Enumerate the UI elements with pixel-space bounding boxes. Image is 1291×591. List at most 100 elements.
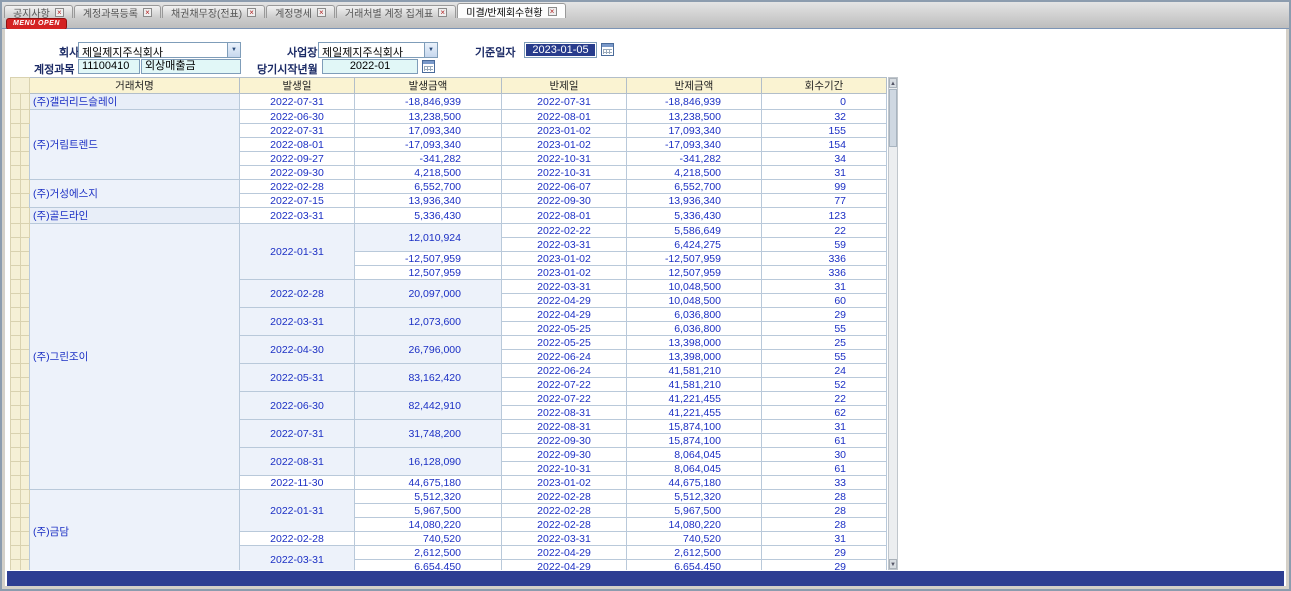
settle-amount-cell[interactable]: 740,520 bbox=[627, 532, 762, 546]
row-indicator-cell[interactable] bbox=[11, 546, 21, 560]
occur-amount-cell[interactable]: -12,507,959 bbox=[355, 252, 502, 266]
table-row[interactable]: (주)거성에스지2022-02-286,552,7002022-06-076,5… bbox=[11, 180, 887, 194]
settle-amount-cell[interactable]: 8,064,045 bbox=[627, 462, 762, 476]
row-indicator-cell[interactable] bbox=[21, 378, 30, 392]
occur-date-cell[interactable]: 2022-11-30 bbox=[240, 476, 355, 490]
occur-amount-cell[interactable]: 31,748,200 bbox=[355, 420, 502, 448]
table-row[interactable]: (주)갤러리드슬레이2022-07-31-18,846,9392022-07-3… bbox=[11, 94, 887, 110]
row-indicator-cell[interactable] bbox=[21, 224, 30, 238]
collection-days-cell[interactable]: 28 bbox=[762, 504, 887, 518]
occur-amount-cell[interactable]: 13,936,340 bbox=[355, 194, 502, 208]
tab-item[interactable]: 미결/반제회수현황× bbox=[457, 3, 565, 18]
row-indicator-cell[interactable] bbox=[11, 504, 21, 518]
row-indicator-cell[interactable] bbox=[11, 378, 21, 392]
occur-amount-cell[interactable]: 12,010,924 bbox=[355, 224, 502, 252]
row-indicator-cell[interactable] bbox=[21, 364, 30, 378]
row-indicator-cell[interactable] bbox=[21, 266, 30, 280]
settle-amount-cell[interactable]: -341,282 bbox=[627, 152, 762, 166]
settle-amount-cell[interactable]: 10,048,500 bbox=[627, 280, 762, 294]
row-indicator-cell[interactable] bbox=[21, 518, 30, 532]
base-date-calendar-icon[interactable] bbox=[601, 43, 614, 56]
row-indicator-cell[interactable] bbox=[11, 180, 21, 194]
table-row[interactable]: (주)금담2022-01-315,512,3202022-02-285,512,… bbox=[11, 490, 887, 504]
collection-days-cell[interactable]: 29 bbox=[762, 308, 887, 322]
row-indicator-cell[interactable] bbox=[21, 280, 30, 294]
tab-close-icon[interactable]: × bbox=[143, 8, 152, 17]
row-indicator-cell[interactable] bbox=[21, 448, 30, 462]
occur-amount-cell[interactable]: -17,093,340 bbox=[355, 138, 502, 152]
collection-days-cell[interactable]: 31 bbox=[762, 280, 887, 294]
settle-amount-cell[interactable]: 6,424,275 bbox=[627, 238, 762, 252]
col-header-settle-amount[interactable]: 반제금액 bbox=[627, 78, 762, 94]
col-header-days[interactable]: 회수기간 bbox=[762, 78, 887, 94]
row-indicator-cell[interactable] bbox=[21, 152, 30, 166]
row-indicator-cell[interactable] bbox=[21, 504, 30, 518]
row-indicator-cell[interactable] bbox=[11, 294, 21, 308]
row-indicator-cell[interactable] bbox=[21, 124, 30, 138]
occur-amount-cell[interactable]: 12,507,959 bbox=[355, 266, 502, 280]
settle-amount-cell[interactable]: 2,612,500 bbox=[627, 546, 762, 560]
settle-amount-cell[interactable]: 12,507,959 bbox=[627, 266, 762, 280]
settle-date-cell[interactable]: 2022-08-01 bbox=[502, 208, 627, 224]
collection-days-cell[interactable]: 22 bbox=[762, 392, 887, 406]
row-indicator-cell[interactable] bbox=[21, 434, 30, 448]
customer-cell[interactable]: (주)갤러리드슬레이 bbox=[30, 94, 240, 110]
occur-amount-cell[interactable]: 16,128,090 bbox=[355, 448, 502, 476]
occur-amount-cell[interactable]: 14,080,220 bbox=[355, 518, 502, 532]
occur-date-cell[interactable]: 2022-08-31 bbox=[240, 448, 355, 476]
row-indicator-cell[interactable] bbox=[11, 420, 21, 434]
collection-days-cell[interactable]: 60 bbox=[762, 294, 887, 308]
collection-days-cell[interactable]: 31 bbox=[762, 532, 887, 546]
collection-days-cell[interactable]: 61 bbox=[762, 462, 887, 476]
scrollbar-thumb[interactable] bbox=[889, 89, 897, 147]
occur-date-cell[interactable]: 2022-06-30 bbox=[240, 110, 355, 124]
site-dropdown-arrow-icon[interactable]: ▼ bbox=[424, 43, 437, 57]
collection-days-cell[interactable]: 61 bbox=[762, 434, 887, 448]
settle-date-cell[interactable]: 2022-02-28 bbox=[502, 504, 627, 518]
occur-amount-cell[interactable]: 26,796,000 bbox=[355, 336, 502, 364]
collection-days-cell[interactable]: 32 bbox=[762, 110, 887, 124]
occur-date-cell[interactable]: 2022-09-27 bbox=[240, 152, 355, 166]
settle-date-cell[interactable]: 2023-01-02 bbox=[502, 124, 627, 138]
settle-amount-cell[interactable]: 6,036,800 bbox=[627, 308, 762, 322]
settle-date-cell[interactable]: 2022-04-29 bbox=[502, 560, 627, 571]
settle-date-cell[interactable]: 2022-09-30 bbox=[502, 194, 627, 208]
collection-days-cell[interactable]: 52 bbox=[762, 378, 887, 392]
settle-amount-cell[interactable]: 13,398,000 bbox=[627, 350, 762, 364]
occur-date-cell[interactable]: 2022-04-30 bbox=[240, 336, 355, 364]
row-indicator-cell[interactable] bbox=[11, 448, 21, 462]
settle-amount-cell[interactable]: 6,654,450 bbox=[627, 560, 762, 571]
occur-date-cell[interactable]: 2022-03-31 bbox=[240, 208, 355, 224]
occur-amount-cell[interactable]: 44,675,180 bbox=[355, 476, 502, 490]
settle-amount-cell[interactable]: 5,512,320 bbox=[627, 490, 762, 504]
settle-date-cell[interactable]: 2022-04-29 bbox=[502, 308, 627, 322]
scroll-down-icon[interactable]: ▼ bbox=[889, 559, 897, 569]
settle-amount-cell[interactable]: 41,581,210 bbox=[627, 378, 762, 392]
occur-date-cell[interactable]: 2022-07-31 bbox=[240, 124, 355, 138]
collection-days-cell[interactable]: 99 bbox=[762, 180, 887, 194]
row-indicator-cell[interactable] bbox=[11, 336, 21, 350]
row-indicator-cell[interactable] bbox=[11, 152, 21, 166]
occur-date-cell[interactable]: 2022-07-15 bbox=[240, 194, 355, 208]
occur-date-cell[interactable]: 2022-07-31 bbox=[240, 420, 355, 448]
col-header-occur-amount[interactable]: 발생금액 bbox=[355, 78, 502, 94]
occur-amount-cell[interactable]: 82,442,910 bbox=[355, 392, 502, 420]
collection-days-cell[interactable]: 336 bbox=[762, 266, 887, 280]
company-select[interactable]: 제일제지주식회사 ▼ bbox=[78, 42, 241, 58]
row-indicator-cell[interactable] bbox=[11, 308, 21, 322]
collection-days-cell[interactable]: 77 bbox=[762, 194, 887, 208]
settle-amount-cell[interactable]: 41,221,455 bbox=[627, 406, 762, 420]
settle-amount-cell[interactable]: 8,064,045 bbox=[627, 448, 762, 462]
customer-cell[interactable]: (주)금담 bbox=[30, 490, 240, 571]
settle-date-cell[interactable]: 2022-03-31 bbox=[502, 280, 627, 294]
occur-date-cell[interactable]: 2022-09-30 bbox=[240, 166, 355, 180]
settle-date-cell[interactable]: 2023-01-02 bbox=[502, 252, 627, 266]
table-row[interactable]: (주)골드라인2022-03-315,336,4302022-08-015,33… bbox=[11, 208, 887, 224]
row-indicator-cell[interactable] bbox=[21, 194, 30, 208]
settle-amount-cell[interactable]: 6,552,700 bbox=[627, 180, 762, 194]
occur-date-cell[interactable]: 2022-02-28 bbox=[240, 532, 355, 546]
occur-amount-cell[interactable]: 2,612,500 bbox=[355, 546, 502, 560]
collection-days-cell[interactable]: 24 bbox=[762, 364, 887, 378]
row-indicator-cell[interactable] bbox=[21, 406, 30, 420]
occur-date-cell[interactable]: 2022-02-28 bbox=[240, 280, 355, 308]
